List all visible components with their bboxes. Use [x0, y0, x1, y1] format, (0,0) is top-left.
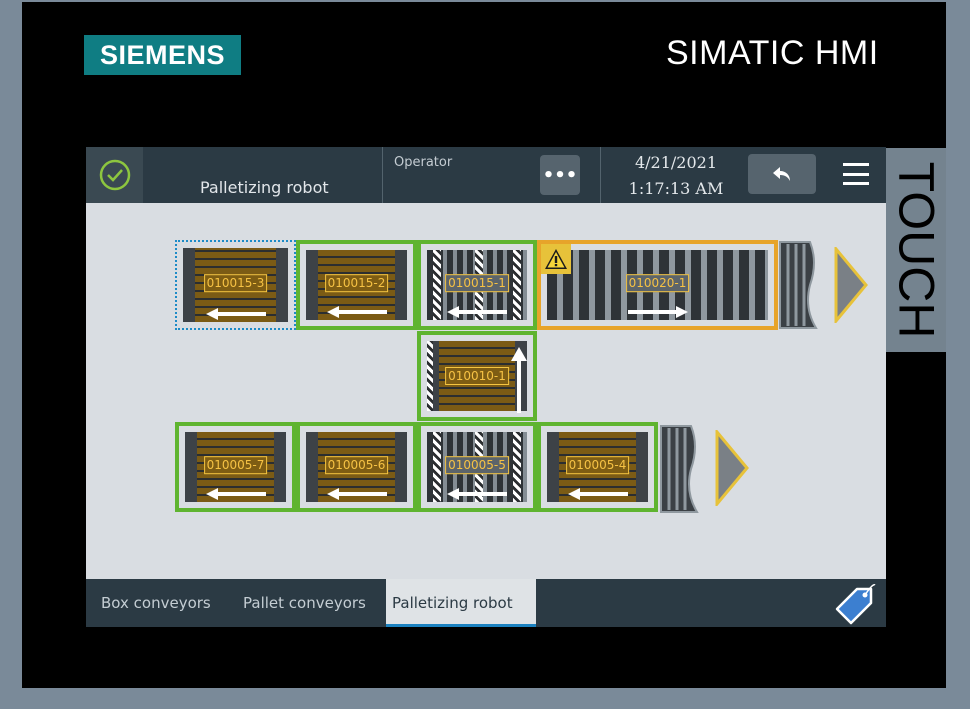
hmi-screen: Palletizing robot Operator ••• 4/21/2021…: [86, 147, 886, 627]
left-arrow-icon: [541, 488, 654, 500]
back-button[interactable]: [748, 154, 816, 194]
conveyor-id-label: 010015-3: [203, 274, 268, 293]
page-title: Palletizing robot: [200, 178, 329, 197]
header-bar: Palletizing robot Operator ••• 4/21/2021…: [86, 147, 886, 203]
conveyor-id-label: 010005-4: [565, 456, 630, 475]
conveyor-010015-1[interactable]: 010015-1: [417, 240, 537, 330]
right-chevron-icon[interactable]: [834, 247, 868, 323]
up-arrow-icon: [511, 347, 527, 413]
conveyor-010015-3[interactable]: 010015-3: [175, 240, 296, 330]
wavy-conveyor-end: [779, 241, 818, 329]
conveyor-id-label: 010015-1: [445, 274, 509, 293]
date-display: 4/21/2021: [634, 153, 718, 172]
touch-label: TOUCH: [886, 148, 946, 352]
check-circle-icon: [99, 159, 130, 191]
conveyor-010010-1[interactable]: 010010-1: [417, 331, 537, 421]
reply-arrow-icon: [773, 167, 790, 181]
time-display: 1:17:13 AM: [628, 179, 724, 198]
wavy-conveyor-end: [660, 425, 699, 513]
conveyor-010015-2[interactable]: 010015-2: [296, 240, 417, 330]
conveyor-id-label: 010005-6: [324, 456, 389, 475]
user-label: Operator: [394, 155, 453, 170]
tab-box-conveyors[interactable]: Box conveyors: [101, 579, 211, 627]
left-arrow-icon: [300, 488, 413, 500]
conveyor-010005-6[interactable]: 010005-6: [296, 422, 417, 512]
conveyor-010005-5[interactable]: 010005-5: [417, 422, 537, 512]
left-arrow-icon: [421, 488, 533, 500]
conveyor-id-label: 010020-1: [625, 274, 690, 293]
more-button[interactable]: •••: [540, 155, 580, 195]
left-arrow-icon: [177, 308, 294, 320]
product-name: SIMATIC HMI: [666, 34, 879, 72]
conveyor-010020-1[interactable]: 010020-1: [537, 240, 778, 330]
conveyor-id-label: 010015-2: [324, 274, 389, 293]
hamburger-icon[interactable]: [841, 161, 871, 189]
tab-palletizing-robot[interactable]: Palletizing robot: [386, 579, 536, 627]
left-arrow-icon: [421, 306, 533, 318]
header-divider: [600, 147, 601, 203]
right-chevron-icon[interactable]: [715, 430, 749, 506]
conveyor-id-label: 010005-7: [203, 456, 268, 475]
conveyor-010005-4[interactable]: 010005-4: [537, 422, 658, 512]
status-button[interactable]: [86, 147, 143, 203]
conveyor-010005-7[interactable]: 010005-7: [175, 422, 296, 512]
siemens-logo: SIEMENS: [84, 35, 241, 75]
tag-icon[interactable]: [831, 579, 883, 627]
touch-label-text: TOUCH: [888, 161, 945, 339]
warning-icon: [541, 244, 571, 274]
tab-bar: Box conveyors Pallet conveyors Palletizi…: [86, 579, 886, 627]
left-arrow-icon: [300, 306, 413, 318]
conveyor-canvas: 010015-3 010015-2 010015-1 010020-1 0100…: [86, 203, 886, 579]
right-arrow-icon: [541, 306, 774, 318]
left-arrow-icon: [179, 488, 292, 500]
conveyor-id-label: 010005-5: [445, 456, 509, 475]
tab-pallet-conveyors[interactable]: Pallet conveyors: [243, 579, 366, 627]
conveyor-id-label: 010010-1: [445, 367, 509, 385]
header-divider: [382, 147, 383, 203]
